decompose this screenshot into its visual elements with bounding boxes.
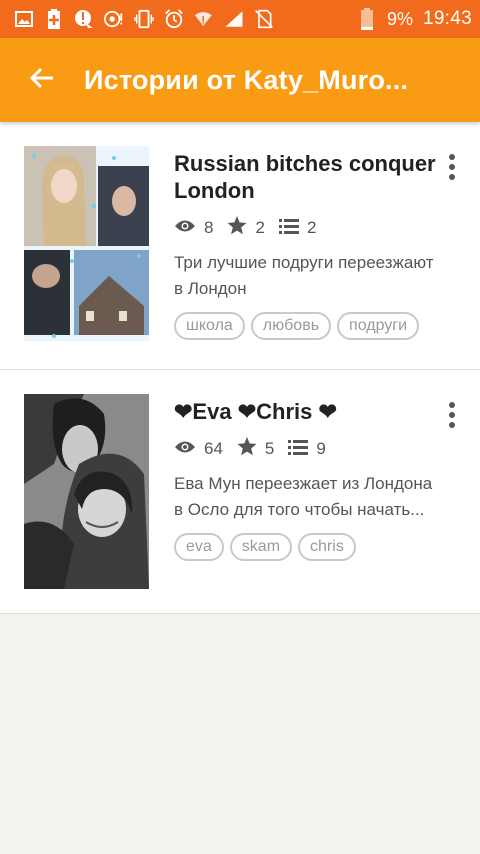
story-title[interactable]: ❤Eva ❤Chris ❤ <box>174 398 454 425</box>
tag-chip[interactable]: подруги <box>337 312 420 340</box>
sync-icon <box>104 9 124 29</box>
back-button[interactable] <box>0 38 84 122</box>
description-line: в Лондон <box>174 279 247 298</box>
star-icon <box>227 216 255 240</box>
tag-chip[interactable]: школа <box>174 312 245 340</box>
story-cover-image[interactable] <box>24 146 149 341</box>
tag-chip[interactable]: eva <box>174 533 224 561</box>
arrow-left-icon <box>29 65 55 96</box>
story-list: Russian bitches conquer London 8 2 2 Три… <box>0 122 480 614</box>
list-icon <box>288 439 316 460</box>
story-title[interactable]: Russian bitches conquer London <box>174 150 454 204</box>
no-sim-icon <box>254 9 274 29</box>
more-vert-icon <box>448 402 456 434</box>
image-icon <box>14 9 34 29</box>
description-line: Ева Мун переезжает из Лондона <box>174 474 433 493</box>
story-description: Ева Мун переезжает из Лондона в Осло для… <box>174 471 454 523</box>
votes-count: 5 <box>264 439 275 458</box>
star-icon <box>237 437 265 461</box>
story-stats: 8 2 2 <box>174 216 454 240</box>
app-bar: Истории от Katy_Muro... <box>0 38 480 122</box>
description-line: Три лучшие подруги переезжают <box>174 253 434 272</box>
vibrate-icon <box>134 9 154 29</box>
battery-icon <box>357 8 377 30</box>
clock: 19:43 <box>422 8 472 29</box>
more-options-button[interactable] <box>436 402 468 434</box>
views-count: 64 <box>204 439 223 458</box>
battery-percent: 9% <box>386 8 413 29</box>
list-icon <box>278 218 307 239</box>
wifi-alert-icon <box>194 9 214 29</box>
story-stats: 64 5 9 <box>174 437 454 461</box>
more-options-button[interactable] <box>436 154 468 186</box>
tag-list: eva skam chris <box>174 533 454 561</box>
parts-count: 9 <box>316 439 326 458</box>
tag-list: школа любовь подруги <box>174 312 454 340</box>
parts-count: 2 <box>306 218 317 237</box>
more-vert-icon <box>448 154 456 186</box>
page-title: Истории от Katy_Muro... <box>84 64 409 95</box>
eye-icon <box>174 439 204 459</box>
tag-chip[interactable]: chris <box>298 533 356 561</box>
story-description: Три лучшие подруги переезжают в Лондон <box>174 250 454 302</box>
battery-saver-icon <box>44 9 64 29</box>
story-card[interactable]: Russian bitches conquer London 8 2 2 Три… <box>0 122 480 370</box>
views-count: 8 <box>204 218 214 237</box>
votes-count: 2 <box>255 218 265 237</box>
tag-chip[interactable]: skam <box>229 533 293 561</box>
description-line: в Осло для того чтобы начать... <box>174 500 425 519</box>
story-cover-image[interactable] <box>24 394 149 589</box>
signal-icon <box>224 9 244 29</box>
story-card[interactable]: ❤Eva ❤Chris ❤ 64 5 9 Ева Мун переезжает … <box>0 370 480 614</box>
eye-icon <box>174 218 204 238</box>
alarm-icon <box>164 9 184 29</box>
tag-chip[interactable]: любовь <box>250 312 332 340</box>
alert-icon <box>74 9 94 29</box>
status-bar: 9% 19:43 <box>0 0 480 38</box>
